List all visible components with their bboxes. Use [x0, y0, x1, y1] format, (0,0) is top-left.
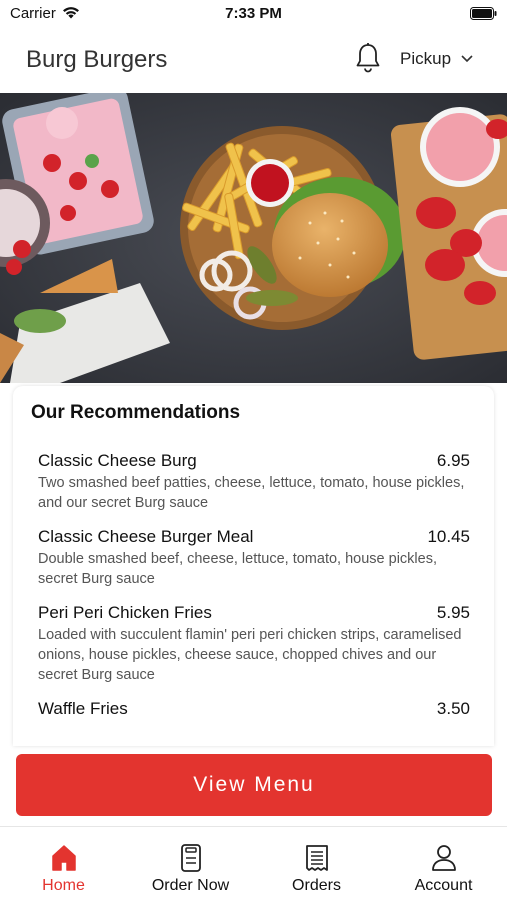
menu-item-description: Two smashed beef patties, cheese, lettuc… [38, 475, 465, 511]
menu-item-name: Peri Peri Chicken Fries [38, 603, 212, 622]
app-title: Burg Burgers [26, 46, 168, 73]
menu-item-price: 6.95 [436, 451, 470, 470]
hero-food-image [0, 93, 507, 383]
tab-order-now[interactable]: Order Now [127, 827, 254, 900]
user-icon [431, 845, 456, 871]
chevron-down-icon [461, 55, 473, 63]
battery-icon [470, 7, 497, 20]
order-mode-selector[interactable]: Pickup [400, 44, 473, 74]
view-menu-button[interactable]: View Menu [16, 754, 492, 816]
home-icon [51, 845, 76, 871]
tab-orders-label: Orders [292, 877, 341, 894]
tab-home-label: Home [42, 877, 85, 894]
status-time: 7:33 PM [225, 5, 282, 22]
recommendations-card: Our Recommendations Classic Cheese Burg … [13, 386, 494, 746]
menu-item-description: Double smashed beef, cheese, lettuce, to… [38, 551, 437, 587]
menu-item-name: Classic Cheese Burger Meal [38, 527, 254, 546]
order-icon [180, 844, 201, 872]
menu-item-price: 3.50 [436, 699, 470, 718]
order-mode-label: Pickup [400, 49, 452, 68]
menu-item-price: 10.45 [427, 527, 470, 546]
tab-home[interactable]: Home [0, 827, 127, 900]
menu-item-description: Loaded with succulent flamin' peri peri … [38, 627, 462, 683]
menu-item-price: 5.95 [436, 603, 470, 622]
tab-account-label: Account [414, 877, 473, 894]
menu-item-name: Waffle Fries [38, 699, 128, 718]
recommendations-title: Our Recommendations [31, 402, 241, 423]
bell-icon[interactable] [354, 42, 382, 74]
hero-food-illustration [0, 93, 507, 383]
bottom-tab-bar: Home Order Now Orders Account [0, 826, 507, 900]
receipt-icon [305, 845, 328, 871]
menu-item-name: Classic Cheese Burg [38, 451, 197, 470]
status-bar: Carrier 7:33 PM [0, 0, 507, 26]
tab-order-now-label: Order Now [151, 877, 230, 894]
app-header: Burg Burgers Pickup [0, 26, 507, 93]
tab-account[interactable]: Account [380, 827, 507, 900]
tab-orders[interactable]: Orders [253, 827, 380, 900]
